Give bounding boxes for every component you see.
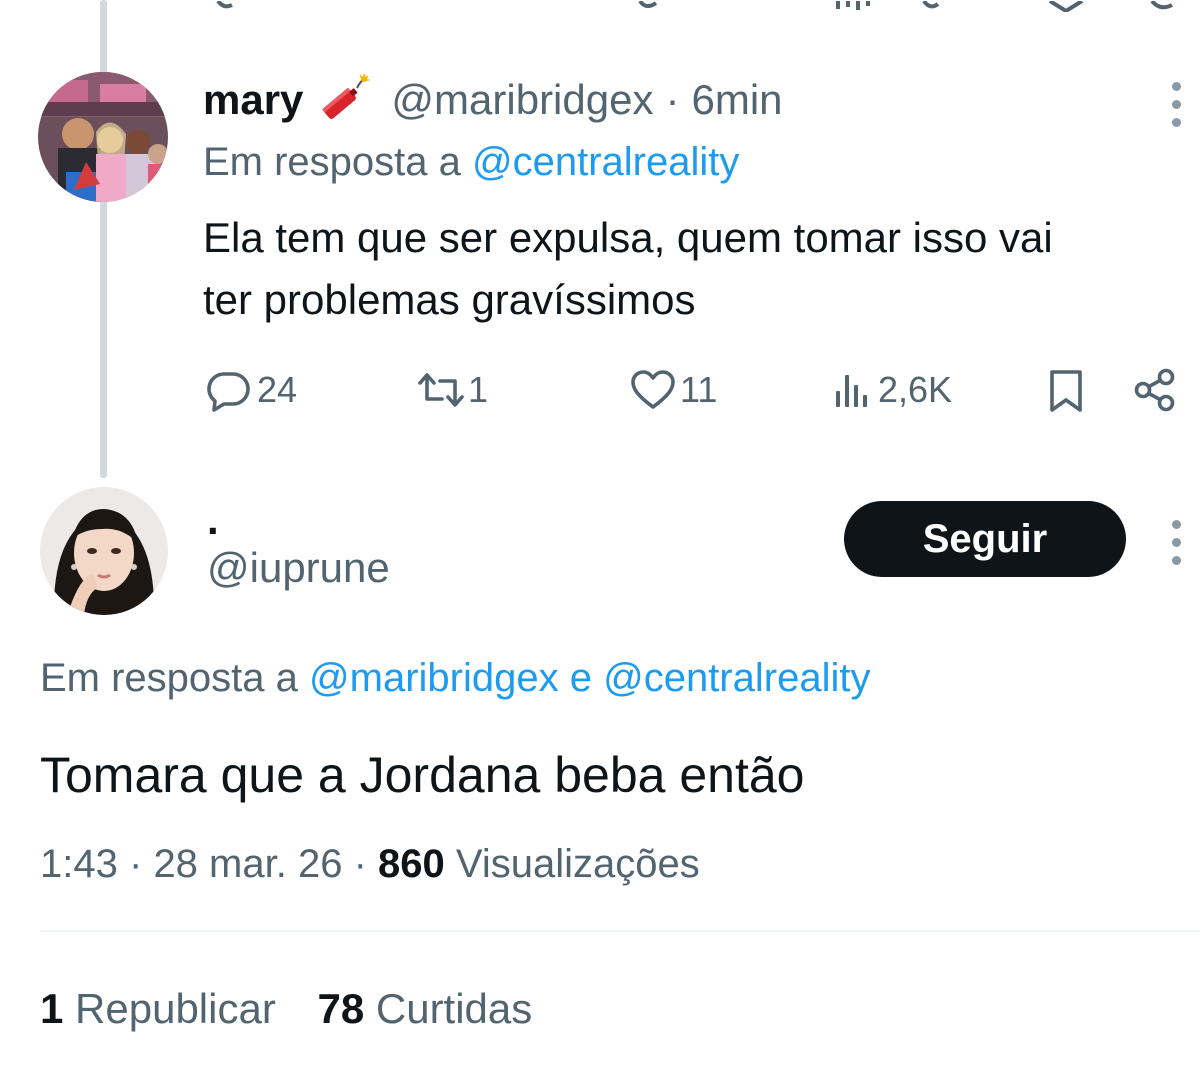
repost-count: 1 (468, 369, 489, 410)
tweet-text: Tomara que a Jordana beba então (40, 747, 805, 803)
share-icon (1130, 365, 1180, 415)
bookmark-icon (1043, 365, 1089, 415)
follow-button[interactable]: Seguir (844, 501, 1126, 577)
reply-to-link[interactable]: @centralreality (472, 140, 739, 184)
handle[interactable]: @iuprune (207, 542, 390, 594)
views-button[interactable]: 2,6K (832, 365, 952, 415)
like-button[interactable]: 11 (628, 365, 717, 415)
bookmark-button[interactable] (1043, 365, 1089, 415)
like-icon (628, 365, 678, 415)
tweet-text-line-2: ter problemas gravíssimos (203, 276, 696, 323)
reply-context: Em resposta a @maribridgex e @centralrea… (40, 656, 870, 701)
meta-dot: · (128, 842, 143, 886)
repost-icon (410, 365, 472, 415)
tweet-text-line-1: Ela tem que ser expulsa, quem tomar isso… (203, 214, 1053, 261)
display-name[interactable]: . (207, 495, 219, 545)
reply-button[interactable]: 24 (203, 365, 297, 415)
tweet-header: mary @maribridgex · 6min (203, 73, 783, 126)
engagement-stats: 1 Republicar 78 Curtidas (40, 982, 532, 1036)
likes-label: Curtidas (375, 985, 533, 1032)
previous-tweet-actions-partial (0, 0, 1200, 12)
views-label: Visualizações (455, 842, 700, 886)
reposts-count: 1 (40, 985, 64, 1032)
handle[interactable]: @maribridgex (391, 76, 653, 124)
reply-conjunction: e (569, 656, 592, 700)
reply-context: Em resposta a @centralreality (203, 140, 739, 185)
firecracker-emoji-icon (313, 73, 371, 126)
views-count: 860 (378, 842, 445, 886)
share-button[interactable] (1130, 365, 1180, 415)
more-options-icon[interactable] (1170, 82, 1182, 127)
likes-stat[interactable]: 78 Curtidas (317, 985, 532, 1032)
reposts-label: Republicar (75, 985, 276, 1032)
reply-to-link-2[interactable]: @centralreality (603, 656, 870, 700)
tweet-text: Ela tem que ser expulsa, quem tomar isso… (203, 207, 1200, 331)
meta-dot: · (353, 842, 367, 886)
tweet-date[interactable]: 28 mar. 26 (153, 842, 342, 886)
reply-to-link-1[interactable]: @maribridgex (309, 656, 559, 700)
views-count: 2,6K (878, 369, 953, 410)
reply-icon (203, 365, 253, 415)
avatar-mary[interactable] (38, 72, 168, 202)
tweet-time[interactable]: 1:43 (40, 842, 118, 886)
reposts-stat[interactable]: 1 Republicar (40, 985, 287, 1032)
views-icon (832, 365, 876, 415)
tweet-meta: 1:43 · 28 mar. 26 · 860 Visualizações (40, 838, 700, 890)
avatar-iuprune[interactable] (40, 487, 168, 615)
reply-count: 24 (257, 369, 298, 410)
divider (40, 930, 1200, 932)
likes-count: 78 (317, 985, 365, 1032)
timestamp[interactable]: 6min (691, 76, 782, 124)
separator-dot: · (665, 76, 680, 123)
display-name[interactable]: mary (203, 76, 303, 124)
reply-prefix: Em resposta a (40, 656, 298, 700)
more-options-icon[interactable] (1170, 520, 1182, 565)
like-count: 11 (680, 369, 718, 410)
reply-prefix: Em resposta a (203, 140, 461, 184)
repost-button[interactable]: 1 (410, 365, 488, 415)
